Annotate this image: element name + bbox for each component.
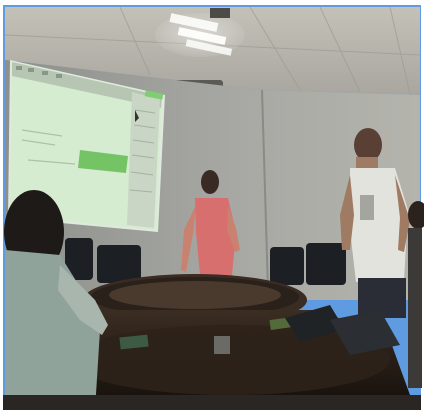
photo-frame xyxy=(0,0,424,413)
floor xyxy=(3,395,421,410)
person-right-edge xyxy=(408,201,424,388)
ceiling-light xyxy=(155,13,245,57)
meeting-room-photo xyxy=(0,0,424,413)
